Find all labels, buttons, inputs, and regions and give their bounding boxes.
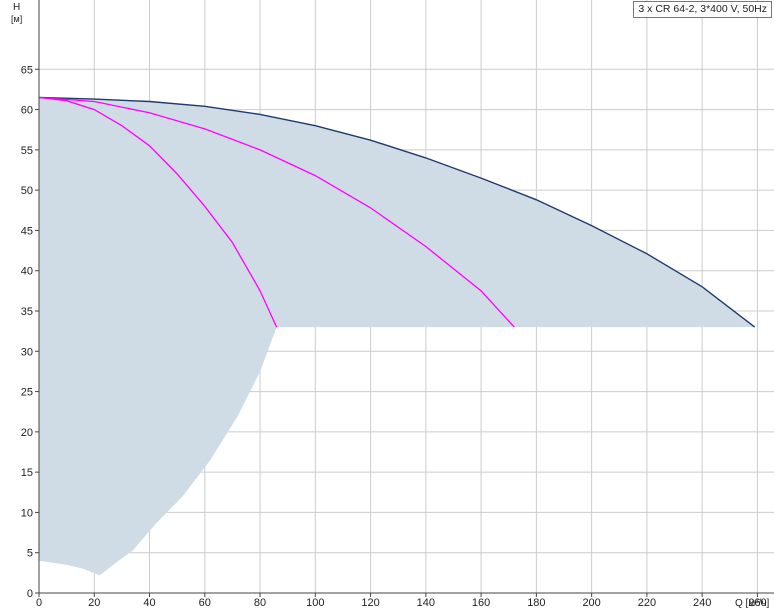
- x-tick-label-200: 200: [582, 597, 600, 609]
- y-tick-label-20: 20: [21, 427, 33, 439]
- y-tick-label-65: 65: [21, 64, 33, 76]
- x-tick-label-60: 60: [199, 597, 211, 609]
- y-tick-label-15: 15: [21, 467, 33, 479]
- x-tick-label-180: 180: [527, 597, 545, 609]
- x-tick-label-240: 240: [693, 597, 711, 609]
- y-tick-label-45: 45: [21, 225, 33, 237]
- y-tick-label-30: 30: [21, 346, 33, 358]
- y-tick-label-50: 50: [21, 185, 33, 197]
- y-tick-label-40: 40: [21, 266, 33, 278]
- x-axis-title: Q [м³/ч]: [735, 598, 770, 609]
- x-tick-label-80: 80: [254, 597, 266, 609]
- y-tick-label-25: 25: [21, 387, 33, 399]
- y-tick-label-10: 10: [21, 507, 33, 519]
- x-tick-label-0: 0: [36, 597, 42, 609]
- y-tick-label-35: 35: [21, 306, 33, 318]
- y-axis-title: H: [13, 2, 20, 13]
- x-tick-label-140: 140: [417, 597, 435, 609]
- y-tick-label-60: 60: [21, 105, 33, 117]
- x-tick-label-160: 160: [472, 597, 490, 609]
- x-tick-label-100: 100: [306, 597, 324, 609]
- x-tick-label-220: 220: [638, 597, 656, 609]
- x-tick-label-120: 120: [361, 597, 379, 609]
- y-tick-label-5: 5: [27, 548, 33, 560]
- chart-title-legend: 3 x CR 64-2, 3*400 V, 50Hz: [633, 1, 772, 18]
- y-tick-label-55: 55: [21, 145, 33, 157]
- chart: 0 20 40 60 80 100 120 140 160 180 200 220 240 260 051…: [11, 0, 774, 609]
- y-tick-label-0: 0: [27, 588, 33, 600]
- x-tick-labels: 0 20 40 60 80 100 120 140 160 180 200 220 240 260: [36, 597, 767, 609]
- x-tick-label-20: 20: [88, 597, 100, 609]
- y-tick-labels: 0 5 10 15 20 25 30 35 40 45 50 55 60 65: [21, 64, 33, 600]
- x-tick-label-40: 40: [143, 597, 155, 609]
- y-axis-unit: [м]: [11, 14, 22, 24]
